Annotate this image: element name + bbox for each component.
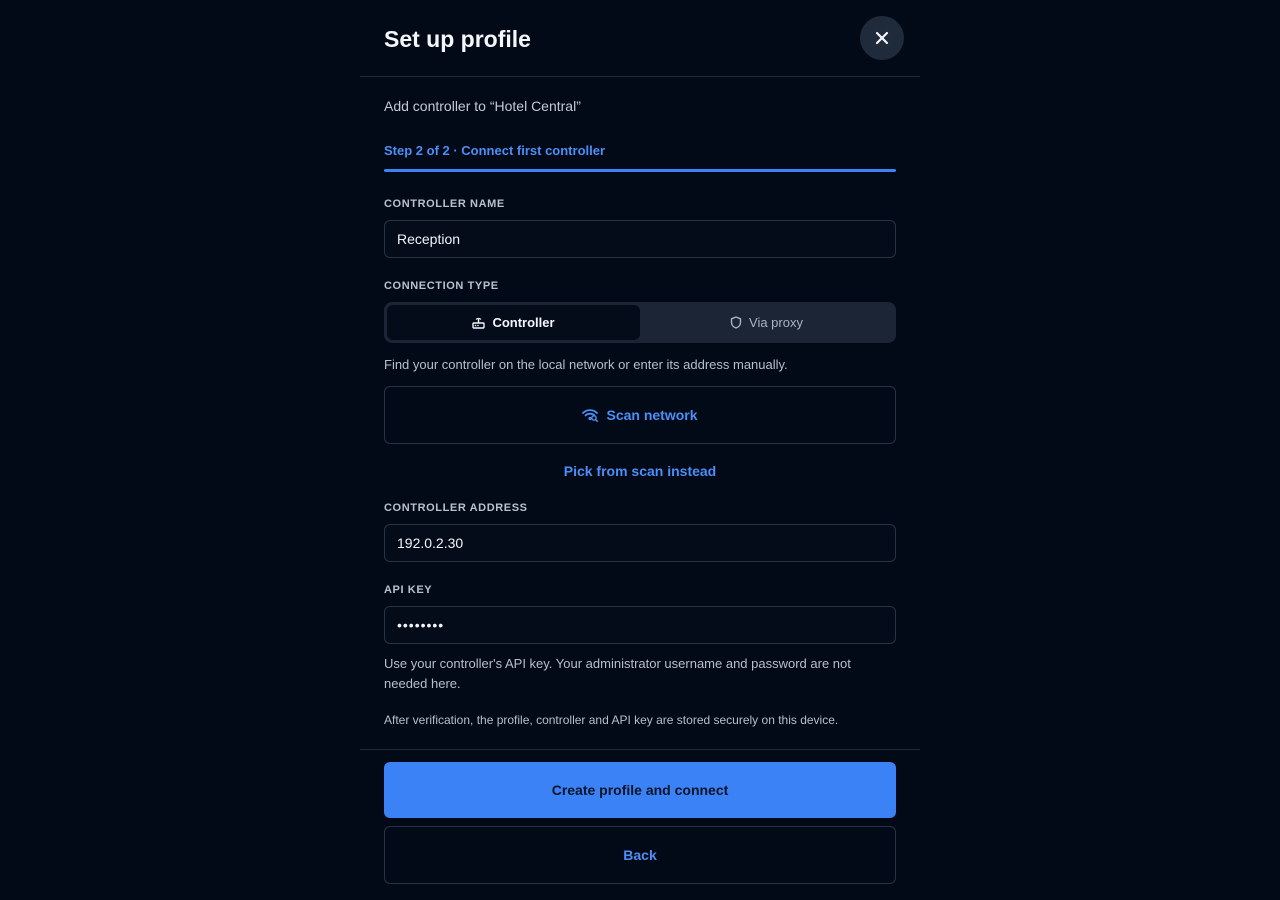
close-button[interactable]	[860, 16, 904, 60]
router-icon	[472, 317, 486, 329]
scan-network-label: Scan network	[606, 407, 698, 423]
connection-type-label: CONNECTION TYPE	[384, 280, 499, 292]
controller-name-label: CONTROLLER NAME	[384, 198, 505, 210]
controller-address-input[interactable]: 192.0.2.30	[384, 524, 896, 562]
dialog-title: Set up profile	[384, 26, 531, 52]
step-indicator: Step 2 of 2 · Connect first controller	[384, 143, 606, 158]
dialog-subtitle: Add controller to “Hotel Central”	[384, 98, 581, 114]
controller-address-label: CONTROLLER ADDRESS	[384, 502, 528, 514]
api-key-hint: Use your controller's API key. Your admi…	[384, 656, 851, 691]
wifi-scan-icon	[582, 408, 599, 422]
connection-option-proxy[interactable]: Via proxy	[640, 305, 893, 340]
footer-divider	[360, 749, 920, 750]
connection-option-label: Controller	[492, 315, 555, 330]
close-icon	[875, 31, 889, 45]
api-key-input[interactable]: ••••••••	[384, 606, 896, 644]
connection-option-label: Via proxy	[749, 315, 803, 330]
controller-name-input[interactable]: Reception	[384, 220, 896, 258]
back-button[interactable]: Back	[384, 826, 896, 884]
connection-type-toggle: Controller Via proxy	[384, 302, 896, 343]
api-key-label: API KEY	[384, 584, 433, 596]
setup-profile-dialog: Set up profile Add controller to “Hotel …	[360, 0, 920, 900]
create-profile-button[interactable]: Create profile and connect	[384, 762, 896, 818]
connection-option-controller[interactable]: Controller	[387, 305, 640, 340]
storage-note: After verification, the profile, control…	[384, 713, 839, 727]
discovery-hint: Find your controller on the local networ…	[384, 357, 788, 372]
shield-icon	[730, 316, 742, 329]
step-progress-bar	[384, 169, 896, 172]
scan-network-button[interactable]: Scan network	[384, 386, 896, 444]
pick-from-scan-link[interactable]: Pick from scan instead	[384, 463, 896, 479]
dialog-header: Set up profile	[360, 0, 920, 77]
